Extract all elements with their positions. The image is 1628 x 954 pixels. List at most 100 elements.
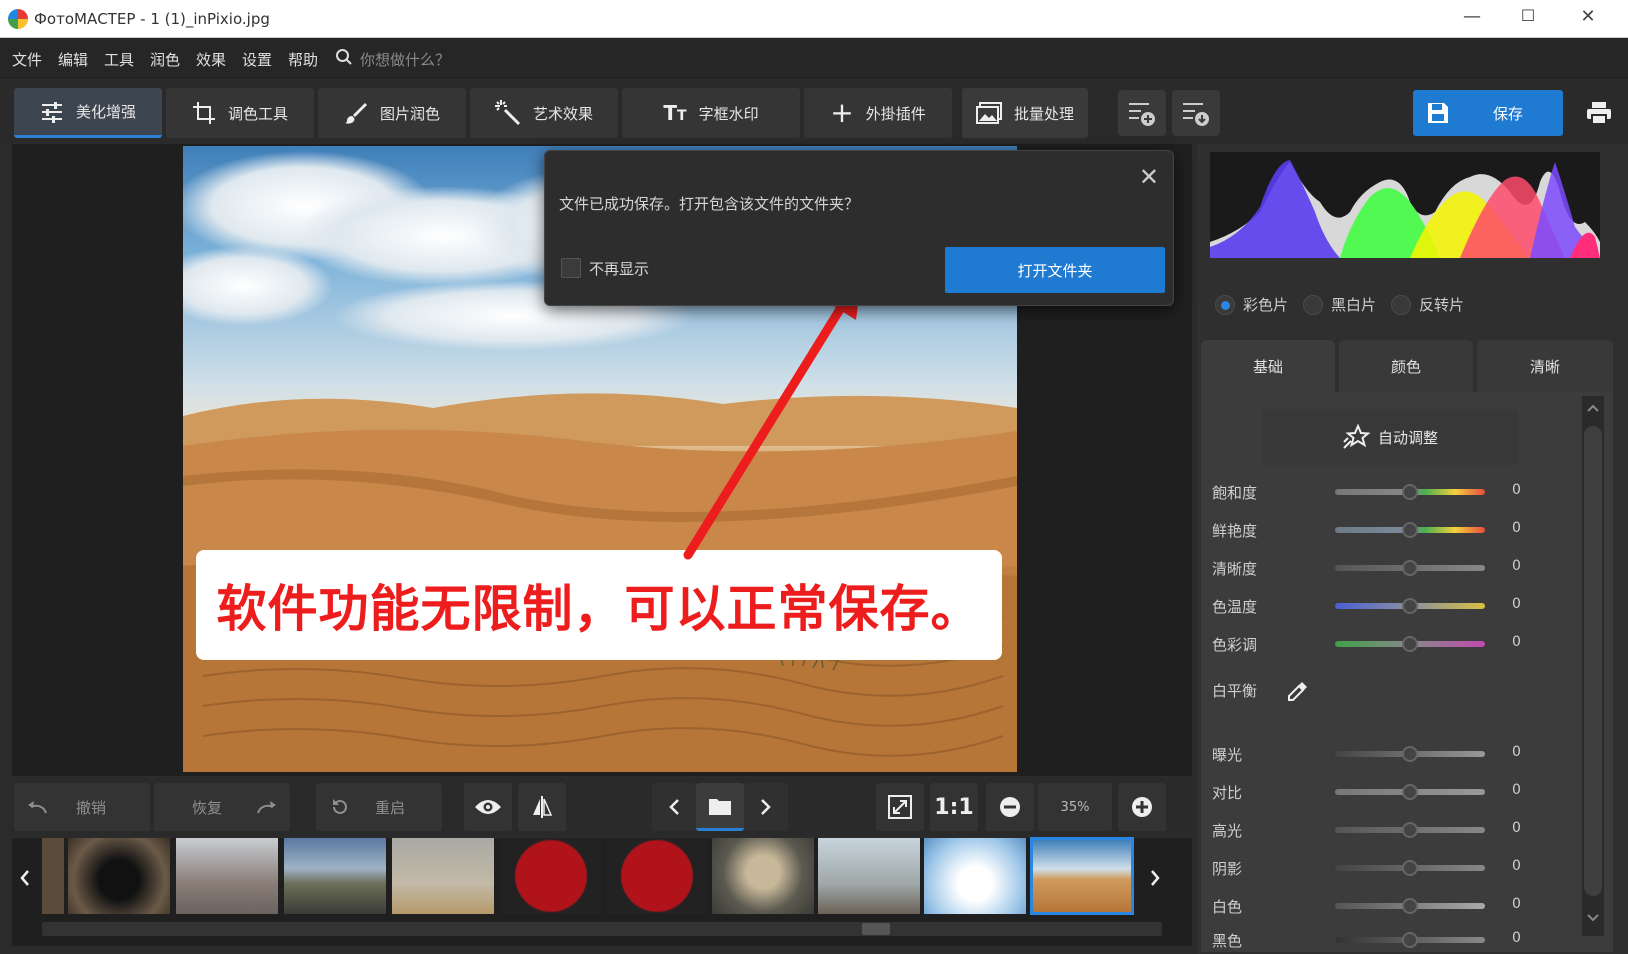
tint-slider[interactable] — [1335, 636, 1485, 652]
slider-knob[interactable] — [1402, 560, 1418, 576]
scrollbar-thumb[interactable] — [862, 923, 890, 935]
filmstrip-prev-button[interactable] — [12, 838, 38, 918]
search-input[interactable]: 你想做什么？ — [360, 49, 450, 70]
mode-negative-radio[interactable]: 反转片 — [1391, 294, 1464, 315]
undo-button[interactable]: 撤销 — [14, 783, 150, 831]
minimize-button[interactable]: — — [1452, 6, 1492, 32]
whites-slider[interactable] — [1335, 898, 1485, 914]
search-icon[interactable] — [335, 48, 353, 66]
contrast-slider[interactable] — [1335, 784, 1485, 800]
tab-label: 字框水印 — [698, 104, 759, 123]
tab-retouch[interactable]: 图片润色 — [318, 88, 466, 138]
filmstrip-next-button[interactable] — [1142, 838, 1168, 918]
slider-knob[interactable] — [1402, 636, 1418, 652]
scrollbar-thumb[interactable] — [1584, 426, 1602, 896]
prev-image-button[interactable] — [652, 783, 696, 831]
menu-effects[interactable]: 效果 — [196, 49, 226, 70]
menu-help[interactable]: 帮助 — [288, 49, 318, 70]
slider-knob[interactable] — [1402, 822, 1418, 838]
zoom-level[interactable]: 35% — [1038, 783, 1112, 831]
open-folder-button[interactable]: 打开文件夹 — [945, 247, 1165, 293]
tab-plugins[interactable]: + 外掛插件 — [804, 88, 952, 138]
menu-retouch[interactable]: 润色 — [150, 49, 180, 70]
slider-knob[interactable] — [1402, 932, 1418, 948]
thumbnail[interactable] — [818, 838, 920, 914]
highlights-slider[interactable] — [1335, 822, 1485, 838]
redo-button[interactable]: 恢复 — [154, 783, 290, 831]
menu-edit[interactable]: 编辑 — [58, 49, 88, 70]
thumbnail[interactable] — [176, 838, 278, 914]
compare-button[interactable] — [518, 783, 566, 831]
exposure-slider[interactable] — [1335, 746, 1485, 762]
white-balance-picker-button[interactable] — [1277, 670, 1319, 712]
slider-knob[interactable] — [1402, 746, 1418, 762]
slider-value: 0 — [1512, 820, 1521, 836]
slider-knob[interactable] — [1402, 784, 1418, 800]
highlights-slider-row: 高光 0 — [1212, 818, 1532, 842]
blacks-slider[interactable] — [1335, 932, 1485, 948]
save-button[interactable]: 保存 — [1413, 90, 1563, 136]
thumbnail[interactable] — [392, 838, 494, 914]
exposure-slider-row: 曝光 0 — [1212, 742, 1532, 766]
tab-enhance[interactable]: 美化增强 — [14, 88, 162, 138]
tab-basic[interactable]: 基础 — [1201, 340, 1335, 392]
auto-adjust-button[interactable]: 自动调整 — [1262, 409, 1518, 465]
slider-knob[interactable] — [1402, 598, 1418, 614]
print-button[interactable] — [1576, 90, 1622, 136]
menu-tools[interactable]: 工具 — [104, 49, 134, 70]
thumbnail[interactable] — [42, 838, 64, 914]
thumbnail[interactable] — [284, 838, 386, 914]
thumbnail[interactable] — [712, 838, 814, 914]
tab-color-tools[interactable]: 调色工具 — [166, 88, 314, 138]
panel-scrollbar[interactable] — [1582, 396, 1604, 936]
batch-process-button[interactable]: 批量处理 — [962, 88, 1088, 138]
maximize-button[interactable]: ☐ — [1508, 6, 1548, 32]
temperature-slider[interactable] — [1335, 598, 1485, 614]
preview-button[interactable] — [464, 783, 512, 831]
tab-sharpness[interactable]: 清晰 — [1477, 340, 1613, 392]
reset-button[interactable]: 重启 — [316, 783, 442, 831]
zoom-out-button[interactable] — [986, 783, 1034, 831]
saturation-slider[interactable] — [1335, 484, 1485, 500]
printer-icon — [1587, 102, 1611, 125]
slider-knob[interactable] — [1402, 898, 1418, 914]
open-folder-nav-button[interactable] — [696, 783, 744, 831]
save-success-dialog: ✕ 文件已成功保存。打开包含该文件的文件夹？ 不再显示 打开文件夹 — [544, 150, 1174, 306]
menu-settings[interactable]: 设置 — [242, 49, 272, 70]
clarity-slider[interactable] — [1335, 560, 1485, 576]
thumbnail[interactable] — [606, 838, 708, 914]
tab-art-effects[interactable]: 艺术效果 — [470, 88, 618, 138]
slider-knob[interactable] — [1402, 522, 1418, 538]
menu-file[interactable]: 文件 — [12, 49, 42, 70]
mode-color-radio[interactable]: 彩色片 — [1215, 294, 1288, 315]
close-window-button[interactable]: ✕ — [1568, 6, 1608, 32]
thumbnail-selected[interactable] — [1030, 837, 1134, 915]
zoom-in-button[interactable] — [1118, 783, 1166, 831]
dont-show-again-checkbox[interactable] — [561, 258, 581, 278]
thumbnail[interactable] — [500, 838, 602, 914]
dont-show-again-label[interactable]: 不再显示 — [589, 258, 649, 279]
fit-to-screen-button[interactable] — [876, 783, 924, 831]
main-toolbar: 美化增强 调色工具 图片润色 艺术效果 TT 字框水印 + 外掛插件 批量处理 … — [0, 78, 1628, 144]
dialog-close-icon[interactable]: ✕ — [1139, 163, 1159, 191]
mode-bw-radio[interactable]: 黑白片 — [1303, 294, 1376, 315]
vibrance-slider[interactable] — [1335, 522, 1485, 538]
bottom-toolbar: 撤销 恢复 重启 1:1 35% — [12, 778, 1192, 836]
actual-size-button[interactable]: 1:1 — [930, 783, 978, 831]
histogram — [1210, 152, 1600, 258]
presets-download-button[interactable] — [1172, 90, 1220, 136]
next-image-button[interactable] — [744, 783, 788, 831]
filmstrip-scrollbar[interactable] — [42, 922, 1162, 936]
slider-knob[interactable] — [1402, 860, 1418, 876]
reset-label: 重启 — [374, 798, 405, 817]
shadows-slider[interactable] — [1335, 860, 1485, 876]
auto-adjust-label: 自动调整 — [1377, 428, 1438, 447]
tab-text-frame-watermark[interactable]: TT 字框水印 — [622, 88, 800, 138]
slider-knob[interactable] — [1402, 484, 1418, 500]
slider-value: 0 — [1512, 782, 1521, 798]
presets-add-button[interactable] — [1118, 90, 1166, 136]
tab-color[interactable]: 颜色 — [1339, 340, 1473, 392]
thumbnail[interactable] — [68, 838, 170, 914]
scroll-up-icon — [1587, 404, 1599, 412]
thumbnail[interactable] — [924, 838, 1026, 914]
